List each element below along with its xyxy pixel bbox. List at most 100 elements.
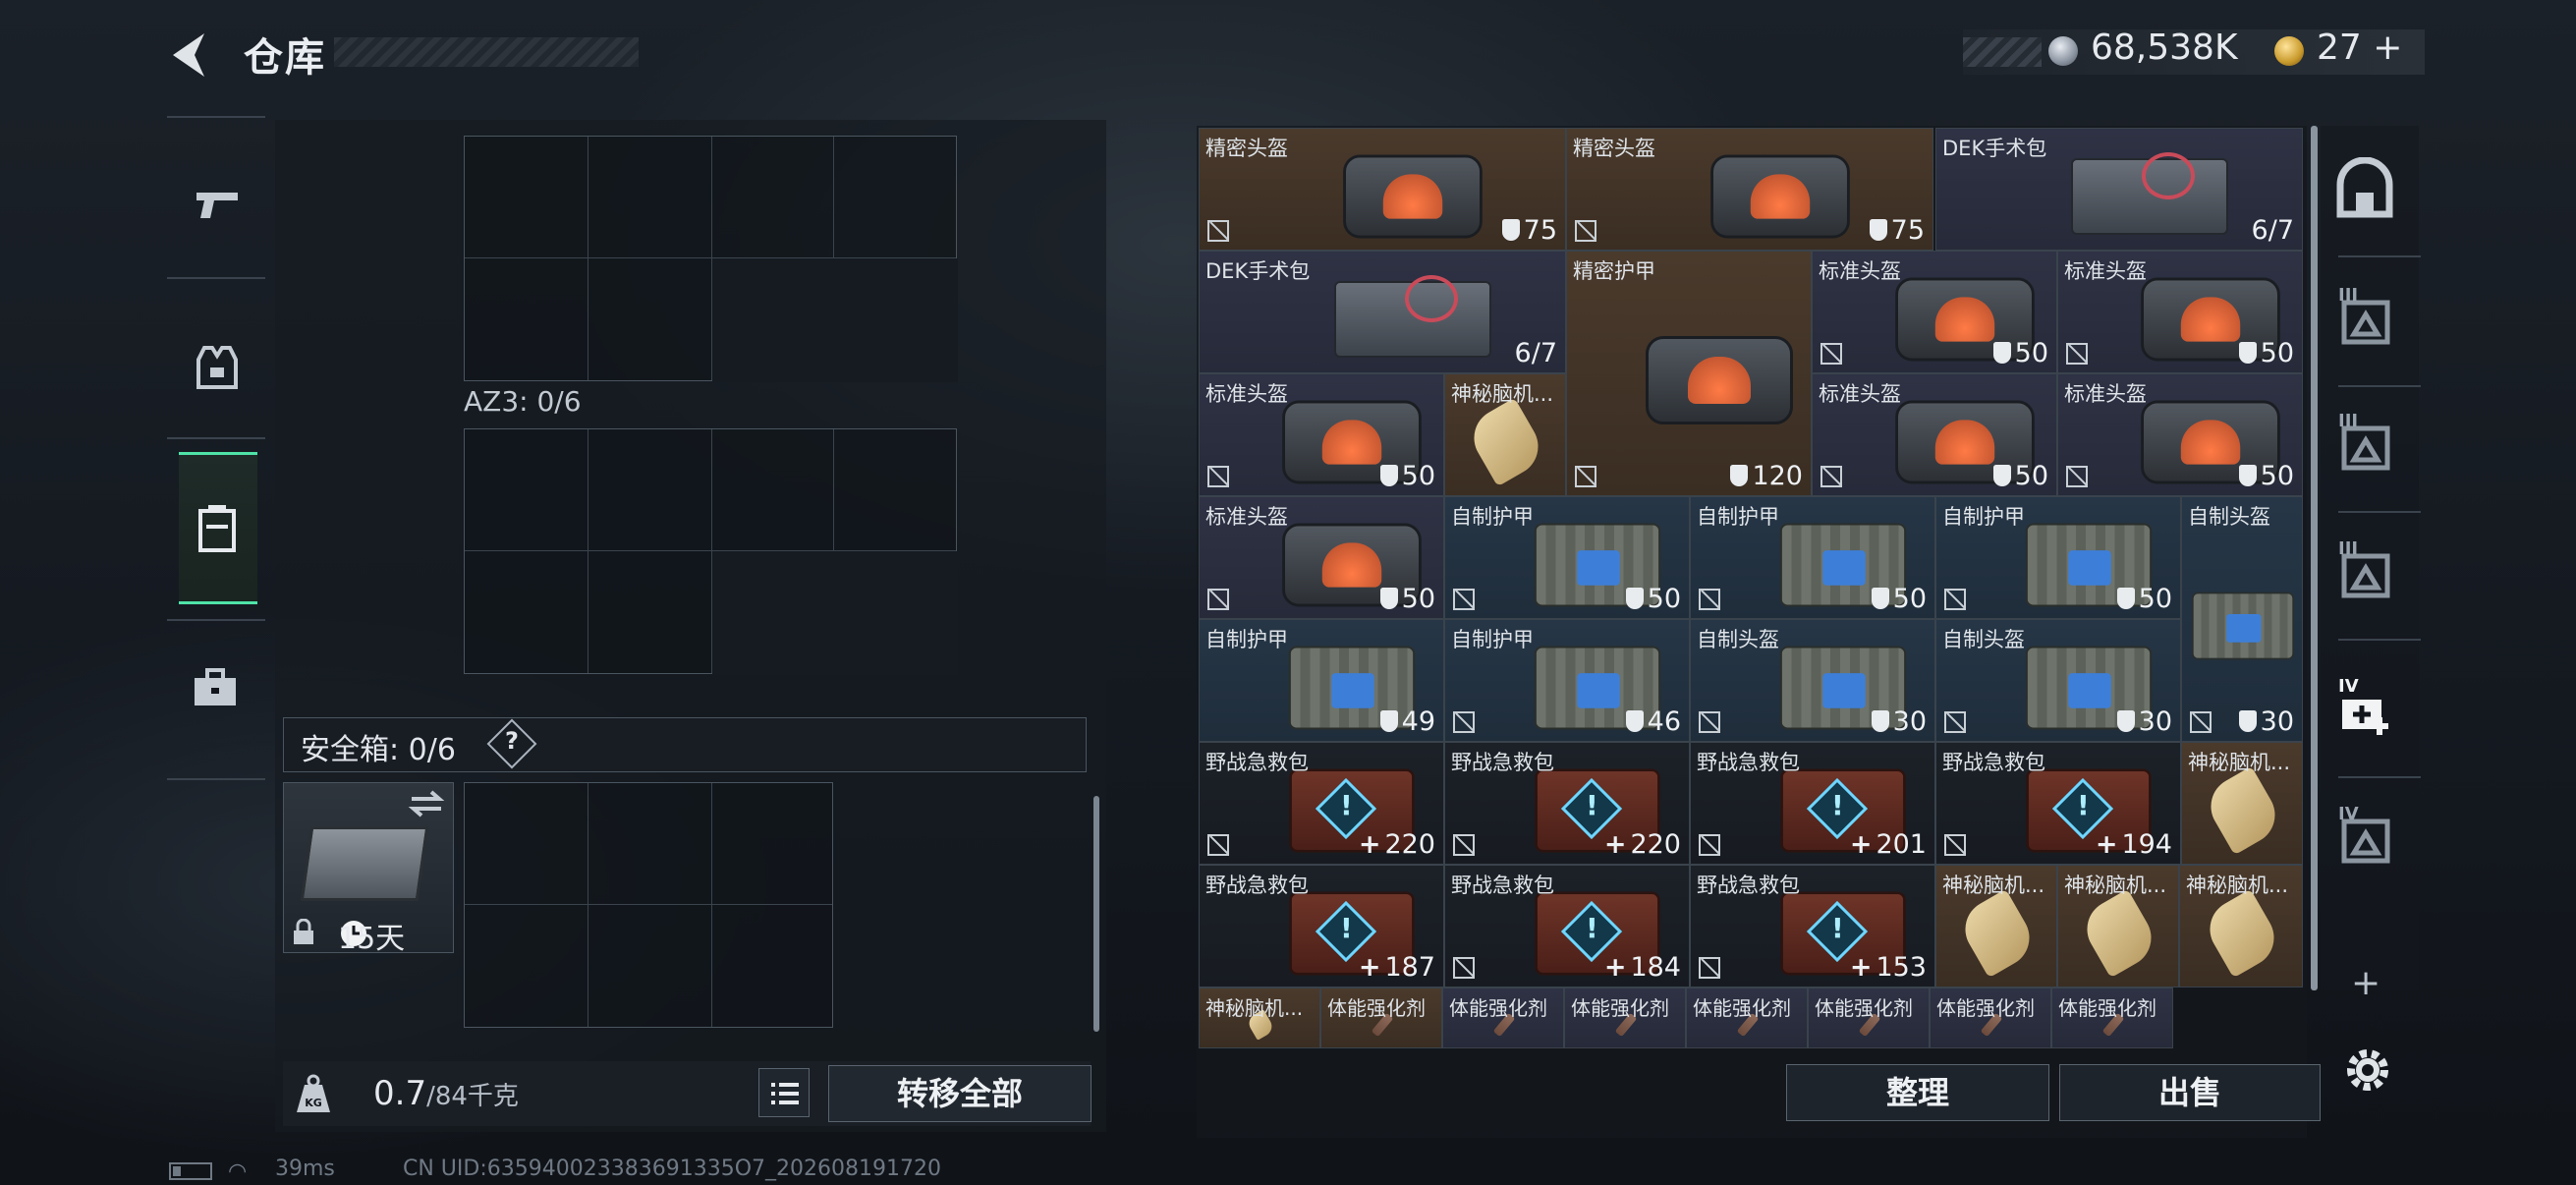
inventory-item[interactable]: 自制头盔 30 (1935, 619, 2181, 742)
inventory-item[interactable]: ! 野战急救包 +153 (1690, 865, 1935, 988)
inventory-item[interactable]: 标准头盔 50 (2057, 373, 2303, 496)
shield-icon (1869, 219, 1887, 241)
sell-button[interactable]: 出售 (2059, 1064, 2321, 1121)
shield-icon (1871, 710, 1889, 732)
back-arrow-icon[interactable] (165, 28, 214, 83)
inventory-item[interactable]: 自制护甲 50 (1690, 496, 1935, 619)
inventory-item[interactable]: 体能强化剂 (1564, 988, 1686, 1048)
safehouse-icon[interactable] (2330, 157, 2399, 226)
add-category-button[interactable]: + (2351, 963, 2380, 1003)
swap-icon[interactable] (408, 789, 445, 818)
inventory-item[interactable]: 自制护甲 50 (1444, 496, 1690, 619)
item-value-text: 50 (2260, 461, 2294, 491)
item-name: 体能强化剂 (1327, 996, 1426, 1020)
inventory-item[interactable]: 标准头盔 50 (2057, 251, 2303, 373)
inventory-item[interactable]: 神秘脑机... (2057, 865, 2179, 988)
sidebar-divider (2338, 776, 2421, 778)
container-grid-top[interactable] (464, 136, 958, 382)
pistol-icon[interactable] (193, 187, 242, 222)
item-name: 标准头盔 (1819, 382, 1901, 406)
az3-capacity-label: AZ3: 0/6 (464, 385, 582, 418)
no-sell-icon (1820, 343, 1842, 365)
list-icon (771, 1083, 799, 1104)
inventory-item[interactable]: DEK手术包 6/7 (1935, 128, 2303, 251)
inventory-item[interactable]: ! 野战急救包 +187 (1199, 865, 1444, 988)
inventory-item[interactable]: 神秘脑机... (2181, 742, 2303, 865)
no-sell-icon (1575, 220, 1596, 242)
item-name: 自制护甲 (1942, 505, 2025, 529)
inventory-item[interactable]: 标准头盔 50 (1812, 373, 2057, 496)
inventory-item[interactable]: 体能强化剂 (1442, 988, 1564, 1048)
inventory-item[interactable]: ! 野战急救包 +201 (1690, 742, 1935, 865)
title-decoration (334, 37, 639, 67)
inventory-item[interactable]: 自制护甲 49 (1199, 619, 1444, 742)
item-value-text: 50 (1892, 584, 1927, 614)
sort-button[interactable]: 整理 (1786, 1064, 2049, 1121)
inventory-item[interactable]: 神秘脑机... (1935, 865, 2057, 988)
item-value: +201 (1850, 829, 1927, 860)
inventory-item[interactable]: 神秘脑机... (2179, 865, 2303, 988)
warning-icon-glyph: ! (1340, 911, 1353, 944)
nav-divider (167, 116, 265, 118)
inventory-item[interactable]: ! 野战急救包 +220 (1199, 742, 1444, 865)
gold-add-icon[interactable]: + (2373, 28, 2402, 68)
inventory-item[interactable]: 神秘脑机... (1444, 373, 1566, 496)
inventory-item[interactable]: 标准头盔 50 (1199, 496, 1444, 619)
inventory-item[interactable]: 自制护甲 46 (1444, 619, 1690, 742)
armor-icon (2192, 592, 2294, 660)
item-name: 标准头盔 (2064, 382, 2147, 406)
item-value: 50 (1992, 338, 2048, 368)
inventory-item[interactable]: 体能强化剂 (1320, 988, 1442, 1048)
container-grid-bottom[interactable] (464, 428, 958, 675)
inventory-item[interactable]: ! 野战急救包 +194 (1935, 742, 2181, 865)
warehouse-scrollbar[interactable] (2311, 126, 2318, 990)
silver-balance: 68,538K (2091, 28, 2238, 68)
inventory-item[interactable]: 体能强化剂 (1930, 988, 2051, 1048)
inventory-item[interactable]: 自制头盔 30 (1690, 619, 1935, 742)
inventory-item[interactable]: 标准头盔 50 (1199, 373, 1444, 496)
inventory-item[interactable]: 标准头盔 50 (1812, 251, 2057, 373)
medkit-icon (1334, 274, 1491, 358)
gold-balance[interactable]: 27 + (2317, 28, 2402, 68)
chip-icon (2076, 888, 2162, 978)
chip-icon (2200, 765, 2286, 855)
help-icon-glyph: ? (505, 727, 519, 755)
briefcase-icon[interactable] (193, 668, 238, 707)
item-name: 神秘脑机... (1942, 874, 2045, 897)
item-value-text: 220 (1384, 829, 1435, 860)
inventory-item[interactable]: ! 野战急救包 +220 (1444, 742, 1690, 865)
item-value: +220 (1604, 829, 1681, 860)
inventory-item[interactable]: 自制护甲 50 (1935, 496, 2181, 619)
item-value: 120 (1730, 461, 1803, 491)
vest-icon[interactable] (196, 344, 238, 391)
item-name: 标准头盔 (2064, 259, 2147, 283)
no-sell-icon (2190, 711, 2212, 733)
inventory-item[interactable]: 体能强化剂 (1686, 988, 1808, 1048)
heal-plus-icon: + (1603, 829, 1627, 860)
weight-capacity: /84千克 (426, 1082, 519, 1111)
list-view-button[interactable] (758, 1068, 810, 1117)
container-scrollbar[interactable] (1093, 796, 1099, 1032)
helmet-icon (1710, 154, 1850, 238)
inventory-item[interactable]: DEK手术包 6/7 (1199, 251, 1566, 373)
inventory-item[interactable]: 精密头盔 75 (1566, 128, 1933, 251)
item-value: +187 (1359, 952, 1435, 983)
transfer-all-button[interactable]: 转移全部 (828, 1065, 1092, 1122)
safe-box-grid[interactable] (464, 782, 833, 1028)
inventory-item[interactable]: 精密护甲 120 (1566, 251, 1812, 496)
inventory-item[interactable]: 自制头盔 30 (2181, 496, 2303, 742)
item-value-text: 194 (2121, 829, 2172, 860)
inventory-item[interactable]: 精密头盔 75 (1199, 128, 1566, 251)
item-value: 50 (1625, 584, 1681, 614)
item-value: 50 (1992, 461, 2048, 491)
backpack-icon[interactable] (196, 503, 238, 554)
inventory-item[interactable]: 体能强化剂 (1808, 988, 1930, 1048)
inventory-item[interactable]: 神秘脑机... (1199, 988, 1320, 1048)
nav-divider (167, 778, 265, 780)
item-value: 75 (1869, 215, 1925, 246)
gear-icon[interactable] (2342, 1044, 2393, 1096)
inventory-item[interactable]: 体能强化剂 (2051, 988, 2173, 1048)
inventory-item[interactable]: ! 野战急救包 +184 (1444, 865, 1690, 988)
tier-label: III (2338, 538, 2359, 559)
item-name: 体能强化剂 (2058, 996, 2156, 1020)
